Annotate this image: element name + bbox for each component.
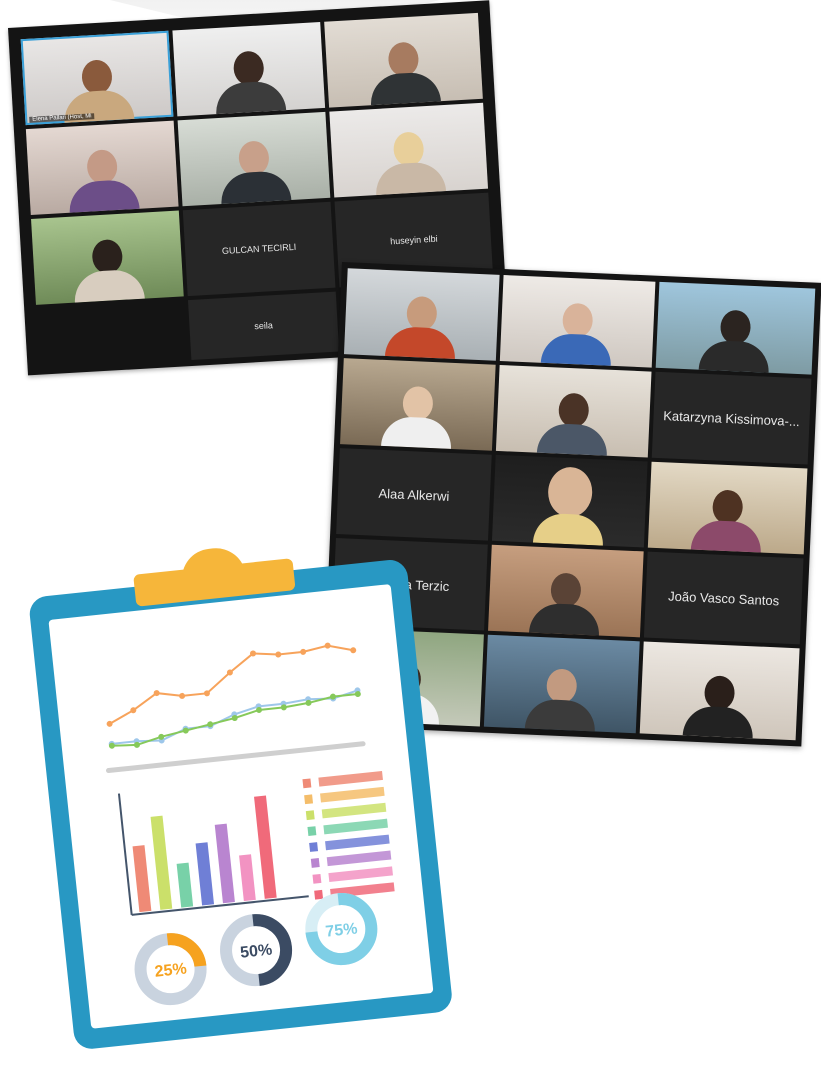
hbar	[328, 866, 393, 883]
participant-video[interactable]	[639, 641, 800, 741]
participant-figure	[368, 40, 441, 106]
hbar	[323, 818, 388, 835]
participant-figure	[71, 238, 145, 303]
participant-figure	[690, 489, 764, 553]
participant-video[interactable]	[324, 12, 483, 108]
hbar	[320, 786, 385, 803]
participant-video[interactable]	[488, 544, 644, 638]
participant-video[interactable]	[483, 634, 640, 734]
participant-figure	[532, 466, 606, 546]
line-point	[179, 692, 186, 699]
participant-figure	[61, 58, 135, 123]
legend-swatch	[307, 826, 317, 836]
hbar	[321, 802, 387, 819]
bar	[176, 862, 194, 908]
bar	[132, 845, 152, 913]
line-point	[275, 651, 282, 658]
participant-figure	[66, 148, 140, 213]
legend-swatch	[314, 889, 324, 900]
donut-charts: 25% 50% 75%	[134, 893, 378, 1006]
participant-video-host[interactable]: Elena Pallari (Host, Mi	[20, 30, 174, 126]
donut-label: 50%	[239, 941, 273, 961]
participant-figure	[213, 49, 287, 115]
participant-figure	[698, 309, 772, 373]
bar-chart-y-axis	[117, 793, 133, 916]
participant-figure	[536, 392, 610, 456]
participant-video[interactable]	[491, 454, 648, 548]
participant-figure	[540, 302, 614, 366]
participant-name-tile[interactable]: João Vasco Santos	[643, 551, 804, 645]
participant-video[interactable]	[499, 275, 656, 368]
clipboard-illustration: 25% 50% 75%	[28, 545, 454, 1051]
participant-name-tile[interactable]: GULCAN TECIRLI	[182, 201, 336, 297]
bar-chart	[117, 793, 309, 916]
line-chart-axis	[105, 741, 366, 774]
line-point	[300, 648, 307, 655]
participant-video[interactable]	[647, 461, 808, 555]
hbar	[318, 770, 383, 787]
legend-swatch	[305, 810, 315, 821]
legend-swatch	[302, 778, 312, 789]
clipboard-paper: 25% 50% 75%	[48, 584, 434, 1029]
bar	[254, 795, 277, 899]
dashboard-graphics: 25% 50% 75%	[105, 642, 395, 1006]
legend-swatch	[309, 842, 319, 852]
legend-swatch	[310, 858, 320, 868]
participant-figure	[529, 572, 602, 636]
bar	[150, 815, 173, 910]
participant-figure	[373, 130, 447, 196]
participant-video[interactable]	[340, 358, 496, 451]
donut-label: 25%	[154, 960, 188, 980]
horizontal-bar-list	[302, 770, 395, 900]
donut-label: 75%	[325, 920, 359, 940]
hbar	[325, 834, 390, 851]
participant-video[interactable]	[329, 102, 489, 198]
participant-video[interactable]	[655, 281, 816, 375]
bar	[239, 854, 256, 902]
participant-video[interactable]	[495, 364, 652, 458]
legend-swatch	[304, 794, 314, 805]
hbar	[326, 850, 392, 867]
line-series-0	[109, 644, 354, 725]
bar	[195, 842, 215, 906]
participant-figure	[384, 295, 458, 360]
participant-video[interactable]	[177, 111, 331, 207]
bar-chart-x-axis	[131, 895, 309, 916]
participant-name-tile[interactable]: Katarzyna Kissimova-...	[651, 371, 812, 465]
participant-figure	[381, 385, 454, 449]
participant-video[interactable]	[25, 120, 179, 215]
participant-figure	[524, 667, 598, 732]
line-point	[324, 642, 331, 649]
participant-figure	[682, 674, 756, 739]
participant-video[interactable]	[172, 22, 326, 117]
legend-swatch	[312, 873, 322, 884]
line-chart	[105, 642, 366, 774]
participant-video[interactable]	[31, 210, 184, 305]
bar	[214, 823, 235, 904]
participant-figure	[218, 139, 292, 205]
clipboard-clip	[131, 540, 296, 607]
participant-name-tile[interactable]: seila	[187, 291, 340, 360]
participant-name-tile[interactable]: Alaa Alkerwi	[336, 448, 492, 541]
line-point	[350, 647, 357, 654]
participant-video[interactable]	[343, 268, 500, 361]
